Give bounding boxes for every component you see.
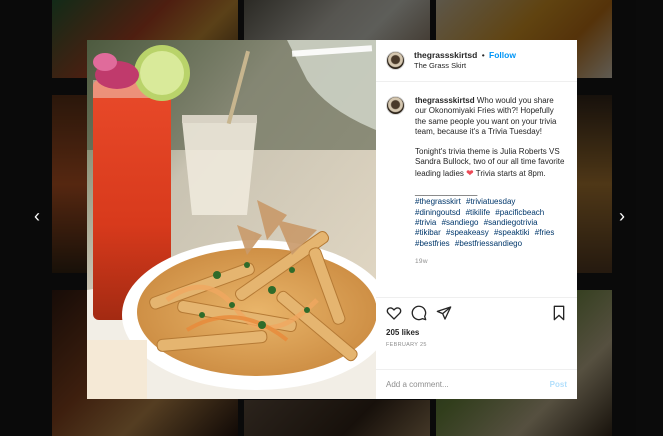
comment-input[interactable] [386,380,550,389]
fries-photo-illustration [87,40,376,399]
next-post-icon[interactable]: › [619,207,625,225]
action-icons [386,304,567,322]
post-photo[interactable] [87,40,376,399]
hashtag-link[interactable]: #tikibar [415,228,441,237]
caption: thegrassskirtsd Who would you share our … [415,96,565,267]
caption-row: thegrassskirtsd Who would you share our … [386,96,567,267]
hashtag-link[interactable]: #bestfries [415,239,450,248]
hashtag-link[interactable]: #thegrasskirt [415,197,461,206]
hashtag-link[interactable]: #tikilife [466,208,490,217]
comment-icon[interactable] [411,305,427,321]
hashtag-link[interactable]: #speaktiki [494,228,530,237]
follow-button[interactable]: Follow [489,50,516,60]
post-header: thegrassskirtsd • Follow The Grass Skirt [376,40,577,82]
caption-paragraph: Tonight's trivia theme is Julia Roberts … [415,147,565,179]
avatar[interactable] [386,51,405,70]
hashtag-link[interactable]: #triviatuesday [466,197,515,206]
separator-dot: • [481,50,485,60]
hashtag-link[interactable]: #sandiegotrivia [484,218,538,227]
caption-area: thegrassskirtsd Who would you share our … [376,82,577,297]
caption-username-link[interactable]: thegrassskirtsd [415,96,475,105]
post-actions: 205 likes FEBRUARY 25 [376,297,577,369]
comment-box: Post [376,369,577,399]
hashtags: #thegrasskirt #triviatuesday #diningouts… [415,197,565,248]
hashtag-link[interactable]: #trivia [415,218,436,227]
username-link[interactable]: thegrassskirtsd [414,50,477,60]
hashtag-link[interactable]: #bestfriessandiego [455,239,522,248]
share-icon[interactable] [436,305,452,321]
caption-avatar[interactable] [386,96,405,115]
likes-count[interactable]: 205 likes [386,328,567,337]
hashtag-link[interactable]: #sandiego [442,218,479,227]
heart-emoji: ❤ [466,167,474,178]
caption-separator: ______________ [415,187,478,197]
location-link[interactable]: The Grass Skirt [414,61,516,71]
header-text: thegrassskirtsd • Follow The Grass Skirt [414,50,516,71]
heart-icon[interactable] [386,305,402,321]
post-modal: thegrassskirtsd • Follow The Grass Skirt… [87,40,577,399]
header-line: thegrassskirtsd • Follow [414,50,516,61]
post-comment-button[interactable]: Post [550,380,567,389]
post-sidebar: thegrassskirtsd • Follow The Grass Skirt… [376,40,577,399]
bookmark-icon[interactable] [551,305,567,321]
hashtag-link[interactable]: #diningoutsd [415,208,460,217]
caption-text: Trivia starts at 8pm. [475,168,546,178]
hashtag-link[interactable]: #fries [535,228,555,237]
hashtag-link[interactable]: #speakeasy [446,228,489,237]
hashtag-link[interactable]: #pacificbeach [495,208,544,217]
post-age[interactable]: 19w [415,257,565,267]
post-date[interactable]: FEBRUARY 25 [386,342,567,348]
caption-paragraph: thegrassskirtsd Who would you share our … [415,96,565,137]
previous-post-icon[interactable]: ‹ [34,207,40,225]
